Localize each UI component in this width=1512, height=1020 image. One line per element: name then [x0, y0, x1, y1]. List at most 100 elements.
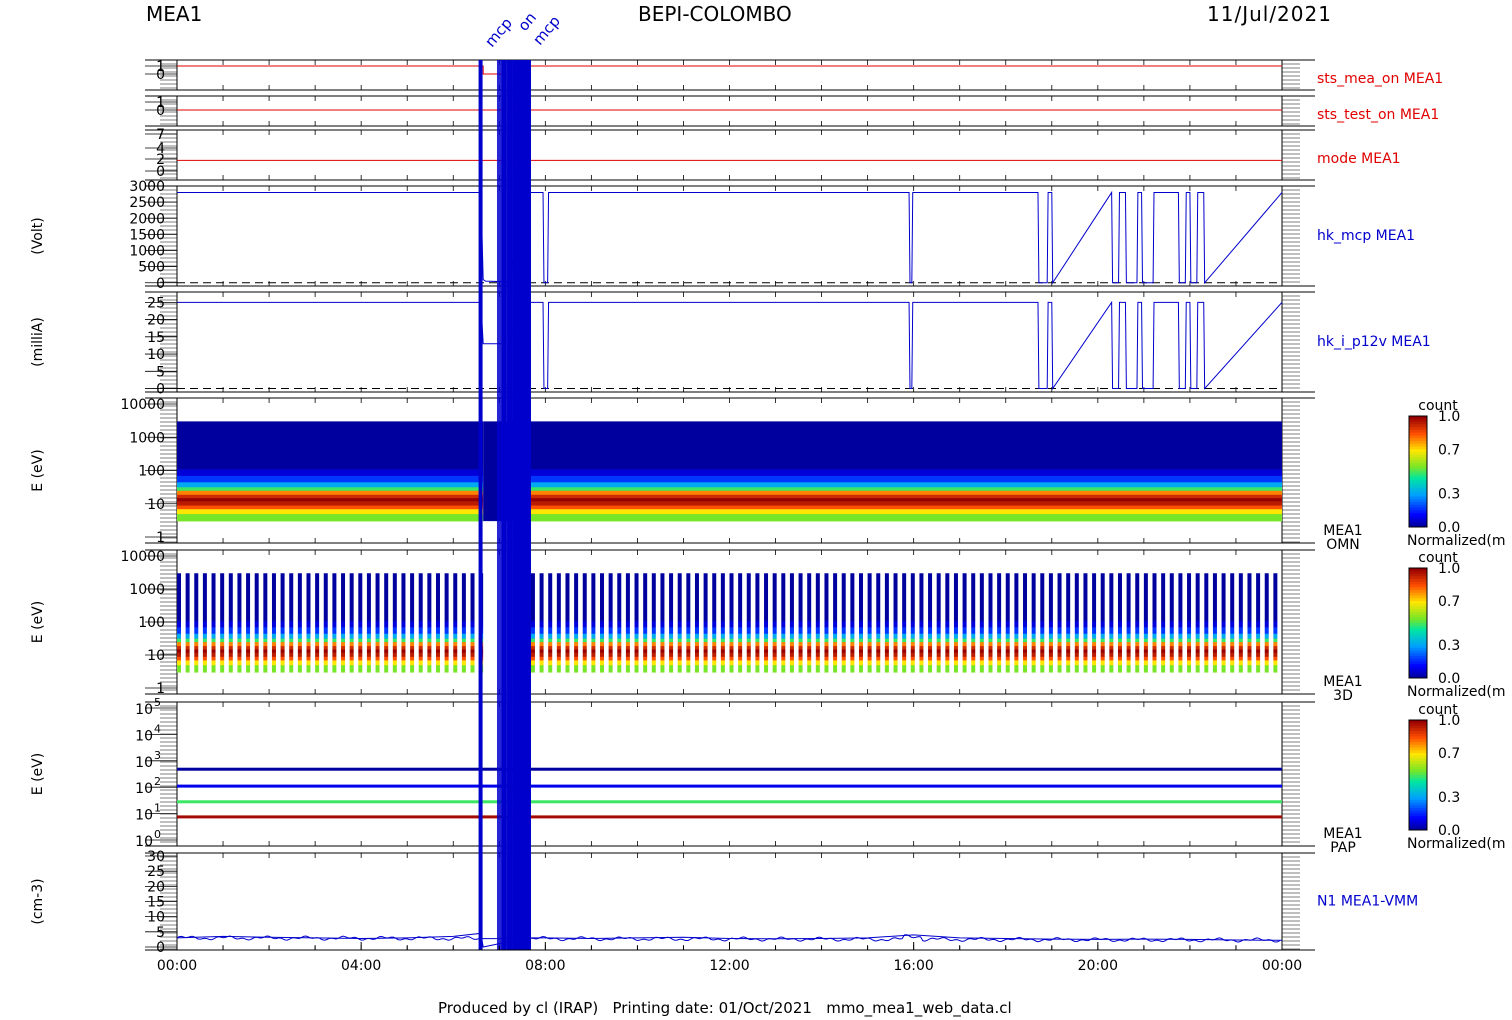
3d-spectrum-cell	[997, 633, 1002, 639]
3d-spectrum-cell	[1074, 645, 1079, 650]
3d-spectrum-cell	[289, 649, 294, 653]
3d-spectrum-cell	[1212, 638, 1217, 643]
3d-spectrum-cell	[979, 641, 984, 647]
3d-spectrum-cell	[798, 638, 803, 643]
3d-spectrum-cell	[997, 649, 1002, 653]
3d-spectrum-cell	[453, 656, 458, 661]
3d-spectrum-cell	[427, 620, 432, 628]
3d-spectrum-cell	[1221, 641, 1226, 647]
3d-spectrum-cell	[349, 620, 354, 628]
hk_mcp-ytick-label: 2500	[129, 195, 165, 211]
3d-spectrum-cell	[1152, 656, 1157, 661]
3d-spectrum-cell	[530, 649, 535, 653]
3d-spectrum-cell	[1143, 633, 1148, 639]
3d-spectrum-cell	[1005, 573, 1010, 621]
x-axis-tick-label: 16:00	[893, 958, 933, 974]
3d-spectrum-cell	[919, 649, 924, 653]
3d-spectrum-cell	[824, 656, 829, 661]
3d-spectrum-cell	[246, 652, 251, 657]
3d-spectrum-cell	[470, 652, 475, 657]
3d-spectrum-cell	[824, 620, 829, 628]
3d-spectrum-cell	[1264, 649, 1269, 653]
3d-spectrum-cell	[1014, 656, 1019, 661]
3d-spectrum-cell	[746, 664, 751, 673]
3d-spectrum-cell	[936, 641, 941, 647]
3d-spectrum-cell	[729, 573, 734, 621]
3d-spectrum-cell	[1135, 638, 1140, 643]
3d-spectrum-cell	[1212, 641, 1217, 647]
3d-spectrum-cell	[962, 633, 967, 639]
3d-spectrum-cell	[211, 633, 216, 639]
3d-spectrum-cell	[945, 645, 950, 650]
3d-spectrum-cell	[1143, 649, 1148, 653]
omn-ytick-label: 10	[147, 497, 165, 513]
3d-spectrum-cell	[1143, 620, 1148, 628]
3d-spectrum-cell	[1161, 649, 1166, 653]
3d-spectrum-cell	[841, 664, 846, 673]
sts_mea_on-series-line	[177, 65, 1282, 75]
event-marker-bar	[478, 60, 483, 950]
3d-spectrum-cell	[1247, 652, 1252, 657]
3d-spectrum-cell	[694, 620, 699, 628]
3d-spectrum-cell	[315, 656, 320, 661]
3d-spectrum-cell	[306, 620, 311, 628]
3d-spectrum-cell	[1057, 660, 1062, 666]
3d-spectrum-cell	[962, 664, 967, 673]
3d-spectrum-cell	[625, 573, 630, 621]
3d-spectrum-cell	[435, 656, 440, 661]
3d-spectrum-cell	[470, 664, 475, 673]
3d-spectrum-cell	[1256, 645, 1261, 650]
3d-spectrum-cell	[1212, 656, 1217, 661]
3d-spectrum-cell	[1238, 633, 1243, 639]
3d-spectrum-cell	[910, 656, 915, 661]
3d-spectrum-cell	[600, 656, 605, 661]
3d-spectrum-cell	[807, 620, 812, 628]
3d-spectrum-cell	[798, 649, 803, 653]
sts_mea_on-ytick-label: 0	[156, 67, 165, 83]
3d-spectrum-cell	[1100, 649, 1105, 653]
3d-spectrum-cell	[315, 652, 320, 657]
3d-spectrum-cell	[220, 645, 225, 650]
3d-spectrum-cell	[349, 652, 354, 657]
3d-spectrum-cell	[1187, 649, 1192, 653]
3d-spectrum-cell	[444, 627, 449, 634]
3d-spectrum-cell	[764, 627, 769, 634]
3d-spectrum-cell	[202, 649, 207, 653]
3d-spectrum-cell	[565, 649, 570, 653]
3d-spectrum-cell	[729, 645, 734, 650]
3d-spectrum-cell	[582, 641, 587, 647]
3d-spectrum-cell	[910, 645, 915, 650]
3d-spectrum-cell	[556, 660, 561, 666]
3d-spectrum-cell	[694, 652, 699, 657]
3d-spectrum-cell	[677, 652, 682, 657]
pap-colorbar: count1.00.70.30.0Normalized(m	[1407, 702, 1506, 852]
3d-spectrum-cell	[1083, 573, 1088, 621]
3d-spectrum-cell	[971, 627, 976, 634]
3d-colorbar-tick: 0.7	[1438, 594, 1460, 610]
3d-spectrum-cell	[807, 633, 812, 639]
3d-spectrum-cell	[1057, 633, 1062, 639]
3d-spectrum-cell	[1247, 641, 1252, 647]
3d-spectrum-cell	[263, 645, 268, 650]
3d-ytick-label: 1	[156, 681, 165, 697]
3d-spectrum-cell	[720, 633, 725, 639]
3d-spectrum-cell	[841, 660, 846, 666]
pap-ytick-exponent: 5	[154, 696, 161, 709]
3d-spectrum-cell	[1040, 660, 1045, 666]
3d-spectrum-cell	[677, 633, 682, 639]
3d-spectrum-cell	[1195, 645, 1200, 650]
3d-spectrum-cell	[1230, 664, 1235, 673]
3d-spectrum-cell	[781, 649, 786, 653]
3d-spectrum-cell	[323, 633, 328, 639]
3d-spectrum-cell	[228, 649, 233, 653]
3d-spectrum-cell	[1187, 620, 1192, 628]
3d-spectrum-cell	[1048, 633, 1053, 639]
3d-spectrum-cell	[634, 638, 639, 643]
3d-spectrum-cell	[401, 573, 406, 621]
3d-spectrum-cell	[686, 649, 691, 653]
3d-spectrum-cell	[591, 620, 596, 628]
3d-spectrum-cell	[789, 645, 794, 650]
3d-spectrum-cell	[453, 638, 458, 643]
3d-spectrum-cell	[1066, 633, 1071, 639]
3d-spectrum-cell	[1221, 638, 1226, 643]
